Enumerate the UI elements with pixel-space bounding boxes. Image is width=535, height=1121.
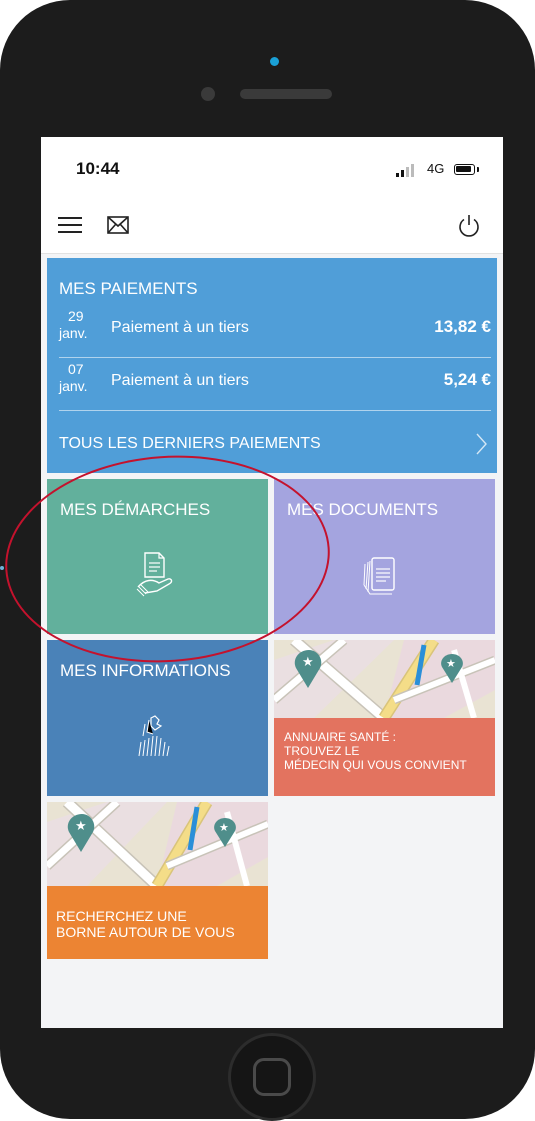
chevron-right-icon[interactable] xyxy=(475,433,487,455)
payment-month: janv. xyxy=(59,378,88,394)
annotation-marker xyxy=(0,566,4,570)
envelope-icon[interactable] xyxy=(107,216,129,234)
payment-month: janv. xyxy=(59,325,88,341)
top-navbar xyxy=(41,203,503,254)
payment-day: 07 xyxy=(68,361,84,377)
payment-label: Paiement à un tiers xyxy=(111,319,249,336)
payment-amount: 13,82 € xyxy=(434,317,491,336)
tile-caption: ANNUAIRE SANTÉ : TROUVEZ LE MÉDECIN QUI … xyxy=(274,718,495,772)
caption-line: BORNE AUTOUR DE VOUS xyxy=(56,924,235,940)
map-icon: ★ ★ xyxy=(47,802,268,886)
battery-tip xyxy=(477,167,479,172)
payment-row[interactable]: 07 janv. Paiement à un tiers 5,24 € xyxy=(59,358,491,411)
svg-text:★: ★ xyxy=(302,655,314,670)
documents-stack-icon xyxy=(363,557,395,595)
payments-card[interactable]: MES PAIEMENTS 29 janv. Paiement à un tie… xyxy=(47,258,497,473)
power-icon[interactable] xyxy=(456,213,482,239)
svg-text:★: ★ xyxy=(75,819,87,834)
map-icon: ★ ★ xyxy=(274,640,495,718)
all-payments-link[interactable]: TOUS LES DERNIERS PAIEMENTS xyxy=(59,435,321,453)
caption-line: TROUVEZ LE xyxy=(284,744,360,758)
hamburger-menu-icon[interactable] xyxy=(58,216,82,234)
payments-title: MES PAIEMENTS xyxy=(59,279,198,298)
payment-day: 29 xyxy=(68,308,84,324)
status-time: 10:44 xyxy=(76,159,120,178)
payment-row[interactable]: 29 janv. Paiement à un tiers 13,82 € xyxy=(59,305,491,358)
person-profile-icon xyxy=(138,715,170,757)
payment-amount: 5,24 € xyxy=(443,370,491,389)
tile-annuaire-sante[interactable]: ★ ★ ANNUAIRE SANTÉ : TROUVEZ LE MÉDECIN … xyxy=(274,640,495,796)
tile-caption: RECHERCHEZ UNE BORNE AUTOUR DE VOUS xyxy=(47,898,268,940)
svg-text:★: ★ xyxy=(219,821,229,834)
status-bar: 10:44 4G xyxy=(41,137,503,203)
front-camera xyxy=(270,57,279,66)
tile-mes-informations[interactable]: MES INFORMATIONS xyxy=(47,640,268,796)
caption-line: ANNUAIRE SANTÉ : xyxy=(284,730,397,744)
battery-icon xyxy=(454,164,475,175)
caption-line: MÉDECIN QUI VOUS CONVIENT xyxy=(284,758,467,772)
tile-recherche-borne[interactable]: ★ ★ RECHERCHEZ UNE BORNE AUTOUR DE VOUS xyxy=(47,802,268,959)
caption-line: RECHERCHEZ UNE xyxy=(56,908,187,924)
home-button[interactable] xyxy=(228,1033,316,1121)
earpiece-speaker xyxy=(240,89,332,99)
svg-text:★: ★ xyxy=(446,657,456,670)
payment-label: Paiement à un tiers xyxy=(111,372,249,389)
proximity-sensor xyxy=(201,87,215,101)
tile-title: MES INFORMATIONS xyxy=(60,661,231,680)
network-type: 4G xyxy=(427,161,445,176)
